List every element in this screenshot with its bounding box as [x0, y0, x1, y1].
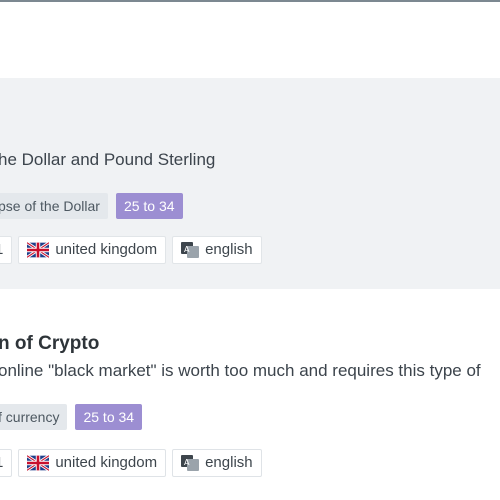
- card-subtitle: he Dollar and Pound Sterling: [0, 150, 216, 169]
- tag-row: f currency 25 to 34: [0, 404, 143, 430]
- count-value: 1: [0, 449, 3, 477]
- country-chip: united kingdom: [18, 449, 167, 477]
- topic-tag[interactable]: pse of the Dollar: [0, 193, 108, 219]
- card-2[interactable]: n of Crypto online "black market" is wor…: [0, 289, 500, 500]
- country-label: united kingdom: [55, 454, 158, 471]
- card-subtitle: online "black market" is worth too much …: [0, 361, 481, 380]
- country-chip: united kingdom: [18, 236, 167, 264]
- language-chip: A english: [172, 449, 262, 477]
- card-1[interactable]: he Dollar and Pound Sterling pse of the …: [0, 78, 500, 289]
- age-tag[interactable]: 25 to 34: [75, 404, 143, 430]
- uk-flag-icon: [27, 455, 50, 471]
- top-divider: [0, 0, 500, 2]
- country-label: united kingdom: [55, 241, 158, 258]
- svg-text:A: A: [184, 458, 190, 467]
- tag-row: pse of the Dollar 25 to 34: [0, 193, 183, 219]
- count-chip: 1: [0, 236, 13, 264]
- translate-icon: A: [181, 455, 200, 471]
- count-chip: 1: [0, 449, 13, 477]
- count-value: 1: [0, 236, 3, 264]
- translate-icon: A: [181, 242, 200, 258]
- topic-tag[interactable]: f currency: [0, 404, 68, 430]
- uk-flag-icon: [27, 242, 50, 258]
- age-tag[interactable]: 25 to 34: [115, 193, 183, 219]
- meta-row: 1 united kingdom A english: [0, 236, 262, 264]
- language-label: english: [205, 454, 253, 471]
- meta-row: 1 united kingdom A english: [0, 449, 262, 477]
- card-title[interactable]: n of Crypto: [0, 333, 99, 355]
- language-label: english: [205, 241, 253, 258]
- language-chip: A english: [172, 236, 262, 264]
- svg-text:A: A: [184, 245, 190, 254]
